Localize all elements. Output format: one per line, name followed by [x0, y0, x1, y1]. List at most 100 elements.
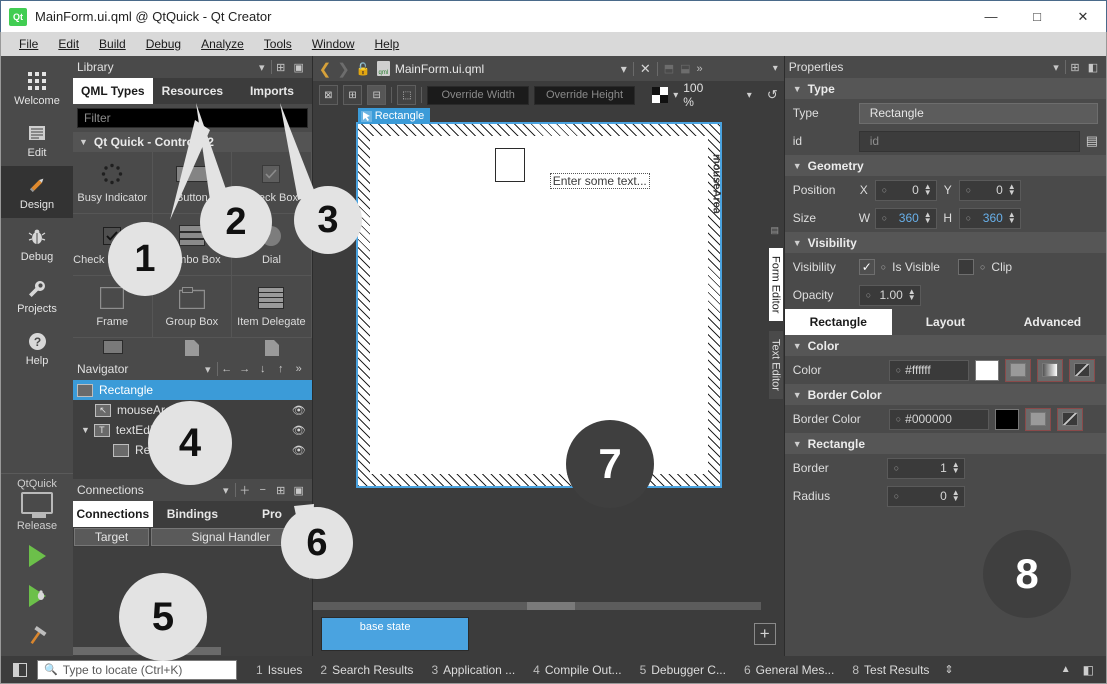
eye-icon[interactable]: 👁: [292, 424, 306, 437]
position-x-spinbox[interactable]: ○ 0 ▲ ▼: [874, 179, 937, 201]
section-type[interactable]: ▼ Type: [784, 78, 1106, 99]
section-geometry[interactable]: ▼ Geometry: [784, 155, 1106, 176]
scrollbar-thumb[interactable]: [526, 602, 575, 610]
debug-button[interactable]: [1, 576, 73, 616]
go-back-icon[interactable]: ❮: [319, 60, 332, 78]
eye-icon[interactable]: 👁: [292, 444, 306, 457]
color-swatch[interactable]: [974, 359, 999, 381]
chevron-down-icon[interactable]: ▾: [747, 90, 752, 101]
chevron-down-icon[interactable]: ▾: [673, 90, 678, 101]
split-horizontal-icon[interactable]: ⬒: [664, 62, 674, 75]
snap-items-icon[interactable]: ⊟: [367, 85, 387, 105]
type-value-field[interactable]: Rectangle: [858, 102, 1098, 124]
tab-connections[interactable]: Connections: [73, 501, 153, 527]
root-rectangle-item[interactable]: Rectangle Enter some text... mouseArea: [355, 108, 723, 488]
chevron-down-icon[interactable]: ▾: [217, 484, 235, 497]
lock-icon[interactable]: 🔓: [356, 62, 371, 76]
select-only-items-icon[interactable]: ⬚: [397, 85, 417, 105]
scrollbar-track[interactable]: [312, 602, 527, 610]
arrow-left-icon[interactable]: ←: [218, 363, 236, 375]
chevron-down-icon[interactable]: ▾: [773, 63, 778, 74]
border-color-swatch[interactable]: [994, 408, 1019, 430]
size-width-spinbox[interactable]: ○ 360 ▲ ▼: [874, 207, 937, 229]
go-forward-icon[interactable]: ❯: [337, 60, 350, 78]
zoom-icon[interactable]: [652, 87, 669, 103]
tab-form-editor[interactable]: Form Editor: [768, 248, 783, 322]
output-tab-issues[interactable]: 1 Issues: [247, 663, 311, 677]
tab-layout[interactable]: Layout: [892, 309, 999, 335]
section-color[interactable]: ▼ Color: [784, 335, 1106, 356]
split-icon[interactable]: ⊞: [1066, 61, 1084, 74]
stepper-icon[interactable]: ▲ ▼: [922, 183, 934, 197]
arrow-up-icon[interactable]: ↑: [272, 363, 290, 375]
up-down-icon[interactable]: ⇕: [944, 663, 953, 676]
menu-icon[interactable]: ▣: [290, 61, 308, 74]
label-icon[interactable]: [73, 338, 153, 358]
stepper-icon[interactable]: ▲ ▼: [950, 489, 962, 503]
output-tab-search-results[interactable]: 2 Search Results: [311, 663, 422, 677]
text-icon[interactable]: ▤: [1086, 133, 1098, 149]
menu-edit[interactable]: Edit: [48, 35, 89, 53]
snap-anchors-icon[interactable]: ⊞: [342, 85, 363, 105]
state-base[interactable]: base state: [320, 617, 469, 651]
section-border-color[interactable]: ▼ Border Color: [784, 384, 1106, 405]
navigator-node-rectangle[interactable]: Rectangle: [73, 380, 312, 400]
tab-qml-types[interactable]: QML Types: [73, 78, 153, 104]
page-indicator-icon[interactable]: [232, 338, 312, 358]
page-icon[interactable]: [153, 338, 233, 358]
chevron-down-icon[interactable]: ▾: [1047, 61, 1065, 74]
plus-icon[interactable]: ＋: [236, 482, 254, 498]
split-icon[interactable]: ⊞: [272, 61, 290, 74]
opacity-spinbox[interactable]: ○ 1.00 ▲ ▼: [858, 284, 921, 306]
chevron-down-icon[interactable]: ▾: [621, 62, 627, 76]
more-icon[interactable]: »: [697, 63, 703, 75]
stepper-icon[interactable]: ▲ ▼: [1006, 183, 1018, 197]
add-state-button[interactable]: +: [753, 623, 776, 645]
is-visible-checkbox[interactable]: ✓: [858, 259, 875, 275]
clip-checkbox[interactable]: [957, 259, 974, 275]
tab-rectangle[interactable]: Rectangle: [784, 309, 892, 335]
mode-help[interactable]: ? Help: [1, 322, 73, 374]
gradient-color-button[interactable]: [1036, 358, 1063, 382]
run-button[interactable]: [1, 536, 73, 576]
output-tab-general-messages[interactable]: 6 General Mes...: [735, 663, 843, 677]
color-value-field[interactable]: ○ #ffffff: [888, 359, 969, 381]
stepper-icon[interactable]: ▲ ▼: [906, 288, 918, 302]
menu-build[interactable]: Build: [89, 35, 136, 53]
border-color-value-field[interactable]: ○ #000000: [888, 408, 989, 430]
scrollbar-track[interactable]: [574, 602, 761, 610]
maximize-button[interactable]: □: [1014, 1, 1060, 32]
output-tab-compile-output[interactable]: 4 Compile Out...: [524, 663, 630, 677]
build-button[interactable]: [1, 616, 73, 656]
border-solid-color-button[interactable]: [1024, 407, 1051, 431]
section-visibility[interactable]: ▼ Visibility: [784, 232, 1106, 253]
border-no-color-button[interactable]: [1056, 407, 1083, 431]
document-selector[interactable]: qml MainForm.ui.qml ▾: [376, 59, 627, 78]
position-y-spinbox[interactable]: ○ 0 ▲ ▼: [958, 179, 1021, 201]
reset-view-icon[interactable]: ↺: [767, 87, 778, 103]
section-rectangle[interactable]: ▼ Rectangle: [784, 433, 1106, 454]
kit-selector[interactable]: QtQuick Release: [1, 473, 73, 536]
menu-help[interactable]: Help: [365, 35, 410, 53]
collapse-icon[interactable]: ◧: [1084, 61, 1102, 74]
column-target[interactable]: Target: [74, 528, 149, 546]
mode-welcome[interactable]: Welcome: [1, 62, 73, 114]
rectangle-content[interactable]: Enter some text...: [369, 136, 708, 474]
border-spinbox[interactable]: ○ 1 ▲ ▼: [886, 457, 965, 479]
close-button[interactable]: ✕: [1060, 1, 1106, 32]
textedit-item[interactable]: [494, 148, 525, 182]
stepper-icon[interactable]: ▲ ▼: [922, 211, 934, 225]
menu-analyze[interactable]: Analyze: [191, 35, 254, 53]
arrow-right-icon[interactable]: →: [236, 363, 254, 375]
stepper-icon[interactable]: ▲ ▼: [1006, 211, 1018, 225]
mode-design[interactable]: Design: [1, 166, 73, 218]
radius-spinbox[interactable]: ○ 0 ▲ ▼: [886, 485, 965, 507]
menu-debug[interactable]: Debug: [136, 35, 191, 53]
menu-file[interactable]: File: [9, 35, 48, 53]
output-tab-test-results[interactable]: 8 Test Results: [843, 663, 938, 677]
more-icon[interactable]: »: [290, 363, 308, 375]
eye-icon[interactable]: 👁: [292, 404, 306, 417]
form-editor-canvas-area[interactable]: Rectangle Enter some text... mouseArea ▤…: [312, 108, 784, 600]
locator-input[interactable]: 🔍 Type to locate (Ctrl+K): [37, 659, 237, 680]
menu-window[interactable]: Window: [302, 35, 365, 53]
